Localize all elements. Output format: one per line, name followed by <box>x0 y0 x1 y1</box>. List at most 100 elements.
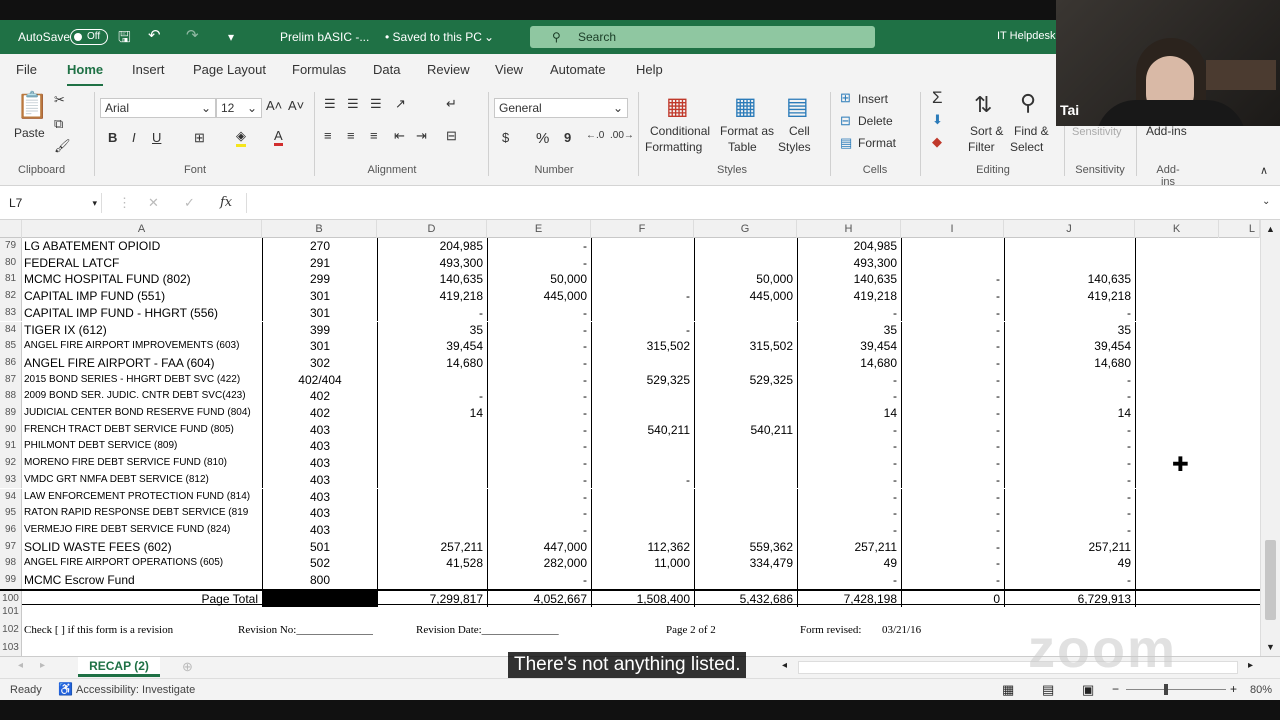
cell-f[interactable] <box>591 254 694 272</box>
cell-d[interactable]: 493,300 <box>377 254 487 272</box>
cell-f[interactable] <box>591 521 694 539</box>
cell-e[interactable]: - <box>487 488 591 506</box>
tab-formulas[interactable]: Formulas <box>292 62 346 77</box>
column-header-f[interactable]: F <box>591 220 694 238</box>
cell-a[interactable]: MCMC Escrow Fund <box>22 572 262 589</box>
sensitivity-button[interactable]: Sensitivity <box>1072 126 1122 138</box>
cell-j[interactable]: - <box>1004 438 1135 456</box>
zoom-in-icon[interactable]: + <box>1230 682 1237 696</box>
cell-a[interactable]: VERMEJO FIRE DEBT SERVICE FUND (824) <box>22 522 262 539</box>
column-header-e[interactable]: E <box>487 220 591 238</box>
cell-b[interactable]: 403 <box>262 471 377 489</box>
cell-i[interactable]: - <box>901 271 1004 289</box>
cell-g[interactable] <box>694 254 797 272</box>
cut-icon[interactable]: ✂ <box>54 92 65 108</box>
cell-i[interactable]: - <box>901 505 1004 522</box>
decrease-decimal-icon[interactable]: .00→ <box>610 130 634 141</box>
currency-button[interactable]: $ <box>502 130 509 145</box>
cell-g[interactable] <box>694 438 797 456</box>
cell-styles-label-2[interactable]: Styles <box>778 140 811 154</box>
insert-function-button[interactable]: fx <box>220 195 232 210</box>
cell-f[interactable] <box>591 271 694 289</box>
zoom-level[interactable]: 80% <box>1250 684 1272 696</box>
column-header-i[interactable]: I <box>901 220 1004 238</box>
cell-b[interactable]: 501 <box>262 538 377 556</box>
cell-b[interactable]: 800 <box>262 572 377 589</box>
decrease-font-icon[interactable]: A˅ <box>288 98 304 113</box>
cell-i[interactable]: - <box>901 421 1004 439</box>
tab-view[interactable]: View <box>495 62 523 77</box>
cell-e[interactable]: - <box>487 521 591 539</box>
customize-qat-icon[interactable]: ▾ <box>228 30 234 44</box>
cell-d[interactable] <box>377 438 487 456</box>
cell-h[interactable]: - <box>797 371 901 389</box>
cell-e[interactable]: 282,000 <box>487 555 591 572</box>
cell-f[interactable]: 11,000 <box>591 555 694 572</box>
save-status[interactable]: • Saved to this PC <box>385 30 482 44</box>
row-number[interactable]: 88 <box>0 388 22 405</box>
cell-b[interactable]: 302 <box>262 354 377 372</box>
format-cells-button[interactable]: Format <box>858 136 896 150</box>
cell-d[interactable]: - <box>377 388 487 405</box>
format-as-table-label-2[interactable]: Table <box>728 140 757 154</box>
insert-cells-button[interactable]: Insert <box>858 92 888 106</box>
cell-g[interactable]: 445,000 <box>694 288 797 305</box>
autosum-icon[interactable]: Σ <box>932 88 943 108</box>
cell-i[interactable]: - <box>901 521 1004 539</box>
cell-f[interactable] <box>591 304 694 322</box>
row-number[interactable]: 98 <box>0 555 22 572</box>
search-box[interactable]: ⚲ Search <box>530 26 875 48</box>
cell-i[interactable]: - <box>901 538 1004 556</box>
format-cells-icon[interactable]: ▤ <box>840 135 852 151</box>
row-number[interactable]: 93 <box>0 471 22 489</box>
cell-b[interactable]: 301 <box>262 304 377 322</box>
row-number[interactable]: 87 <box>0 371 22 389</box>
vertical-scrollbar[interactable]: ▲ ▼ <box>1260 220 1280 656</box>
font-size-select[interactable]: 12 ⌄ <box>216 98 262 118</box>
cell-j[interactable]: 14,680 <box>1004 354 1135 372</box>
row-number[interactable]: 103 <box>0 640 22 656</box>
cell-g[interactable] <box>694 405 797 422</box>
cell-b[interactable]: 299 <box>262 271 377 289</box>
cell-a[interactable]: FEDERAL LATCF <box>22 255 262 272</box>
cell-g[interactable]: 315,502 <box>694 338 797 355</box>
cell-j[interactable]: 49 <box>1004 555 1135 572</box>
cell-a[interactable]: FRENCH TRACT DEBT SERVICE FUND (805) <box>22 422 262 439</box>
name-box[interactable]: L7 ▾ <box>4 193 102 213</box>
cell-g[interactable] <box>694 354 797 372</box>
cell-f[interactable] <box>591 505 694 522</box>
cell-d[interactable] <box>377 521 487 539</box>
cell-g[interactable] <box>694 304 797 322</box>
cell-h[interactable]: 14,680 <box>797 354 901 372</box>
cell-h[interactable]: - <box>797 421 901 439</box>
column-header-h[interactable]: H <box>797 220 901 238</box>
cell-h[interactable]: 14 <box>797 405 901 422</box>
enter-icon[interactable]: ✓ <box>184 195 195 211</box>
row-number[interactable]: 80 <box>0 254 22 272</box>
save-icon[interactable]: 🖫 <box>118 27 131 52</box>
cell-a[interactable]: MORENO FIRE DEBT SERVICE FUND (810) <box>22 455 262 472</box>
cell-b[interactable]: 403 <box>262 521 377 539</box>
decrease-indent-icon[interactable]: ⇤ <box>394 128 405 144</box>
paste-icon[interactable]: 📋 <box>16 90 48 121</box>
borders-icon[interactable]: ⊞ <box>194 130 205 146</box>
clear-icon[interactable]: ◆ <box>932 134 942 150</box>
align-bottom-icon[interactable]: ☰ <box>370 96 382 112</box>
row-number[interactable]: 97 <box>0 538 22 556</box>
cell-a[interactable]: LG ABATEMENT OPIOID <box>22 238 262 255</box>
cell-j[interactable]: - <box>1004 388 1135 405</box>
cell-styles-icon[interactable]: ▤ <box>786 92 809 121</box>
add-ins-button[interactable]: Add-ins <box>1146 124 1187 138</box>
row-number[interactable]: 83 <box>0 304 22 322</box>
cell-b[interactable]: 402 <box>262 405 377 422</box>
cell-h[interactable]: 39,454 <box>797 338 901 355</box>
row-number[interactable]: 89 <box>0 405 22 422</box>
cell-f[interactable] <box>591 488 694 506</box>
accessibility-status[interactable]: Accessibility: Investigate <box>76 684 195 696</box>
row-number[interactable]: 96 <box>0 521 22 539</box>
cell-a[interactable]: VMDC GRT NMFA DEBT SERVICE (812) <box>22 472 262 489</box>
cell-g[interactable] <box>694 488 797 506</box>
tab-scroll-right-icon[interactable]: ▸ <box>40 660 45 671</box>
row-number[interactable]: 82 <box>0 288 22 305</box>
cell-e[interactable]: 50,000 <box>487 271 591 289</box>
